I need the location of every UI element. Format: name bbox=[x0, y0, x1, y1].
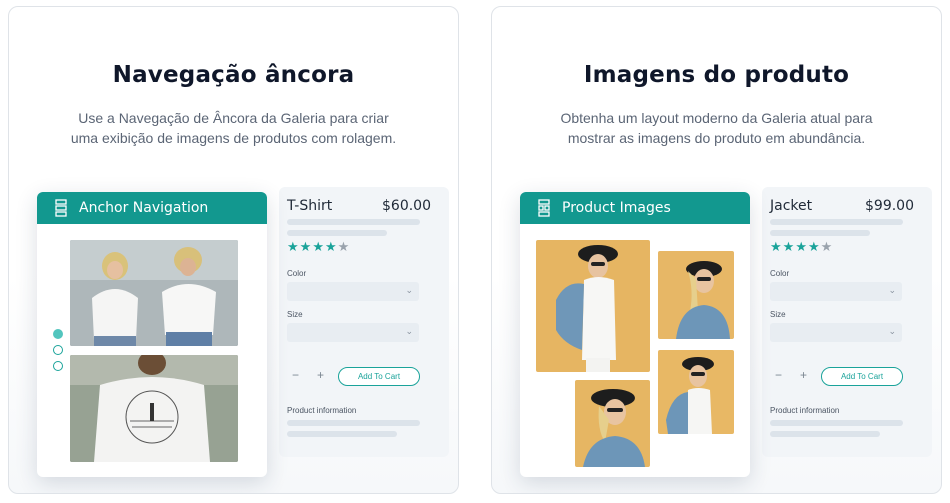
star-icon: ★ bbox=[337, 239, 351, 254]
decrement-button[interactable]: − bbox=[775, 368, 782, 382]
widget-header: Product Images bbox=[520, 192, 750, 224]
color-select[interactable]: ⌄ bbox=[770, 282, 902, 301]
placeholder-line bbox=[287, 420, 420, 426]
chevron-down-icon: ⌄ bbox=[888, 326, 896, 336]
size-select[interactable]: ⌄ bbox=[287, 323, 419, 342]
photo-jacket-woman-illustration bbox=[536, 240, 650, 372]
placeholder-line bbox=[287, 230, 387, 236]
photo-jacket-portrait-2-illustration bbox=[658, 350, 734, 434]
product-photo-bottom[interactable] bbox=[575, 380, 650, 467]
anchor-navigation-widget: Anchor Navigation bbox=[37, 192, 267, 477]
decrement-button[interactable]: − bbox=[292, 368, 299, 382]
product-photo-side-1[interactable] bbox=[658, 251, 734, 339]
card-title: Imagens do produto bbox=[583, 62, 850, 88]
color-label: Color bbox=[770, 269, 790, 278]
color-select[interactable]: ⌄ bbox=[287, 282, 419, 301]
star-icon: ★ bbox=[312, 239, 325, 254]
card-description: Use a Navegação de Âncora da Galeria par… bbox=[70, 110, 397, 146]
gallery-layout-icon bbox=[538, 199, 550, 217]
card-title: Navegação âncora bbox=[112, 62, 355, 88]
card-description: Obtenha um layout moderno da Galeria atu… bbox=[560, 110, 873, 146]
photo-jacket-portrait-illustration bbox=[658, 251, 734, 339]
star-icon: ★ bbox=[807, 239, 821, 254]
product-photo-tshirt-back[interactable] bbox=[70, 355, 238, 462]
anchor-dot-1[interactable] bbox=[53, 329, 63, 339]
size-label: Size bbox=[770, 310, 786, 319]
product-price: $99.00 bbox=[865, 198, 914, 214]
gallery-layout-icon bbox=[55, 199, 67, 217]
feature-card-anchor-navigation: Navegação âncora Use a Navegação de Ânco… bbox=[8, 6, 459, 494]
photo-couple-illustration bbox=[70, 240, 238, 346]
quantity-stepper[interactable]: − + bbox=[287, 367, 333, 385]
size-label: Size bbox=[287, 310, 303, 319]
product-name: T-Shirt bbox=[287, 198, 333, 214]
widget-title: Product Images bbox=[562, 200, 671, 216]
placeholder-line bbox=[770, 230, 870, 236]
chevron-down-icon: ⌄ bbox=[405, 285, 413, 295]
photo-tshirt-back-illustration bbox=[70, 355, 238, 462]
star-icon: ★ bbox=[299, 239, 313, 254]
size-select[interactable]: ⌄ bbox=[770, 323, 902, 342]
star-icon: ★ bbox=[324, 239, 338, 254]
star-icon: ★ bbox=[287, 239, 300, 254]
product-photo-side-2[interactable] bbox=[658, 350, 734, 434]
color-label: Color bbox=[287, 269, 307, 278]
placeholder-line bbox=[770, 420, 903, 426]
product-photo-couple[interactable] bbox=[70, 240, 238, 346]
product-details-panel: T-Shirt $60.00 ★★★★★ Color ⌄ Size ⌄ − + … bbox=[279, 187, 449, 457]
placeholder-line bbox=[287, 431, 397, 437]
star-icon: ★ bbox=[820, 239, 834, 254]
star-icon: ★ bbox=[782, 239, 796, 254]
product-name: Jacket bbox=[770, 198, 813, 214]
chevron-down-icon: ⌄ bbox=[405, 326, 413, 336]
placeholder-line bbox=[287, 219, 420, 225]
add-to-cart-button[interactable]: Add To Cart bbox=[338, 367, 420, 386]
widget-title: Anchor Navigation bbox=[79, 200, 209, 216]
product-details-panel: Jacket $99.00 ★★★★★ Color ⌄ Size ⌄ − + A… bbox=[762, 187, 932, 457]
product-info-label: Product information bbox=[770, 406, 840, 415]
anchor-dot-2[interactable] bbox=[53, 345, 63, 355]
quantity-stepper[interactable]: − + bbox=[770, 367, 816, 385]
rating-stars: ★★★★★ bbox=[287, 239, 350, 255]
product-photo-main[interactable] bbox=[536, 240, 650, 372]
product-price: $60.00 bbox=[382, 198, 431, 214]
anchor-dot-3[interactable] bbox=[53, 361, 63, 371]
chevron-down-icon: ⌄ bbox=[888, 285, 896, 295]
star-icon: ★ bbox=[795, 239, 808, 254]
star-icon: ★ bbox=[770, 239, 783, 254]
increment-button[interactable]: + bbox=[317, 368, 324, 382]
rating-stars: ★★★★★ bbox=[770, 239, 833, 255]
placeholder-line bbox=[770, 219, 903, 225]
product-images-widget: Product Images bbox=[520, 192, 750, 477]
product-info-label: Product information bbox=[287, 406, 357, 415]
photo-jacket-portrait-3-illustration bbox=[575, 380, 650, 467]
add-to-cart-button[interactable]: Add To Cart bbox=[821, 367, 903, 386]
placeholder-line bbox=[770, 431, 880, 437]
feature-card-product-images: Imagens do produto Obtenha um layout mod… bbox=[491, 6, 942, 494]
increment-button[interactable]: + bbox=[800, 368, 807, 382]
widget-header: Anchor Navigation bbox=[37, 192, 267, 224]
